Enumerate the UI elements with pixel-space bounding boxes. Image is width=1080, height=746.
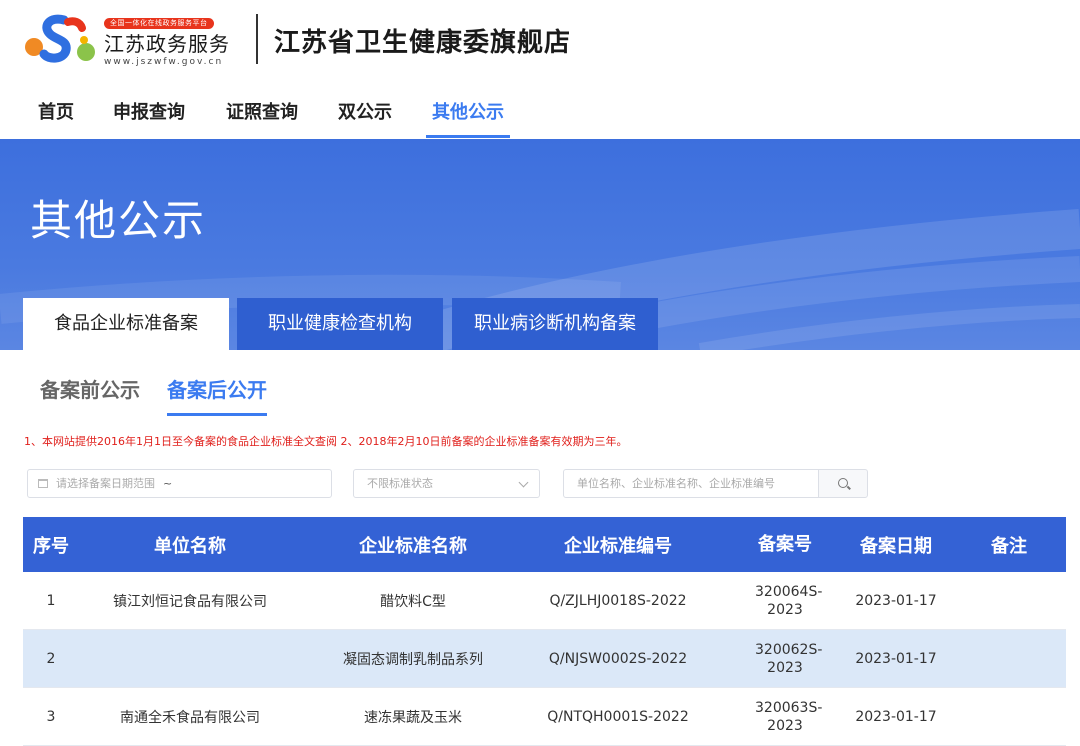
cell-remark: [969, 572, 1049, 629]
jiangsu-logo-icon[interactable]: [24, 14, 98, 66]
banner: 其他公示 食品企业标准备案 职业健康检查机构 职业病诊断机构备案: [0, 139, 1080, 350]
table-row[interactable]: 1 镇江刘恒记食品有限公司 醋饮料C型 Q/ZJLHJ0018S-2022 32…: [23, 572, 1066, 630]
cell-standard-name[interactable]: 醋饮料C型: [301, 572, 525, 629]
filing-no-text: 320062S-2023: [755, 641, 823, 676]
date-range-placeholder: 请选择备案日期范围: [56, 477, 155, 490]
col-header-company: 单位名称: [154, 535, 226, 557]
site-header: 全国一体化在线政务服务平台 江苏政务服务 www.jszwfw.gov.cn 江…: [0, 0, 1080, 80]
filing-table: 序号 单位名称 企业标准名称 企业标准编号 备案号 备案日期 备注 1 镇江刘恒…: [23, 517, 1066, 746]
cell-filing-no: 320064S-2023: [723, 572, 847, 629]
nav-application-query[interactable]: 申报查询: [113, 94, 185, 138]
date-range-picker[interactable]: 请选择备案日期范围 ~: [27, 469, 332, 498]
logo-text: 全国一体化在线政务服务平台 江苏政务服务 www.jszwfw.gov.cn: [104, 10, 230, 67]
nav-double-publicity[interactable]: 双公示: [338, 94, 392, 138]
cell-index: 2: [46, 650, 56, 667]
search-placeholder: 单位名称、企业标准名称、企业标准编号: [577, 477, 775, 490]
page-title: 其他公示: [30, 196, 207, 245]
table-row[interactable]: 2 凝固态调制乳制品系列 Q/NJSW0002S-2022 320062S-20…: [23, 630, 1066, 688]
col-header-remark: 备注: [991, 535, 1027, 557]
cell-standard-name[interactable]: 速冻果蔬及玉米: [301, 688, 525, 745]
subtab-post-filing[interactable]: 备案后公开: [167, 376, 267, 416]
store-title: 江苏省卫生健康委旗舰店: [274, 28, 572, 58]
cell-filing-no: 320063S-2023: [723, 688, 847, 745]
cell-filing-no: 320062S-2023: [723, 630, 847, 687]
cell-filing-date: 2023-01-17: [855, 592, 937, 609]
chevron-down-icon: [518, 477, 529, 488]
cell-remark: [969, 688, 1049, 745]
cell-standard-code: Q/NTQH0001S-2022: [547, 708, 689, 725]
date-range-separator: ~: [163, 477, 173, 490]
cell-standard-code: Q/NJSW0002S-2022: [548, 650, 688, 667]
nav-home[interactable]: 首页: [38, 94, 74, 138]
nav-other-publicity[interactable]: 其他公示: [426, 94, 510, 138]
tab-diagnosis-institution-filing[interactable]: 职业病诊断机构备案: [452, 298, 658, 350]
search-input[interactable]: 单位名称、企业标准名称、企业标准编号: [563, 469, 819, 498]
cell-company: 南通全禾食品有限公司: [120, 709, 260, 726]
cell-company: 镇江刘恒记食品有限公司: [113, 593, 267, 610]
calendar-icon: [38, 479, 48, 488]
nav-license-query[interactable]: 证照查询: [226, 94, 298, 138]
filing-no-text: 320064S-2023: [755, 583, 823, 618]
tab-food-standard-filing[interactable]: 食品企业标准备案: [23, 298, 229, 350]
col-header-filing-date: 备案日期: [860, 535, 932, 557]
subtab-pre-filing[interactable]: 备案前公示: [40, 376, 140, 416]
cell-standard-name[interactable]: 凝固态调制乳制品系列: [301, 630, 525, 687]
cell-index: 3: [46, 708, 56, 725]
col-header-standard-name: 企业标准名称: [359, 535, 467, 557]
col-header-standard-code: 企业标准编号: [564, 535, 672, 557]
logo-badge: 全国一体化在线政务服务平台: [104, 18, 214, 29]
logo-url: www.jszwfw.gov.cn: [104, 57, 224, 67]
col-header-filing-no: 备案号: [758, 533, 812, 555]
notice-text: 1、本网站提供2016年1月1日至今备案的食品企业标准全文查阅 2、2018年2…: [24, 435, 628, 448]
cell-filing-date: 2023-01-17: [855, 650, 937, 667]
cell-company: [79, 630, 301, 687]
search-icon: [838, 478, 848, 488]
tab-health-check-institution[interactable]: 职业健康检查机构: [237, 298, 443, 350]
table-row[interactable]: 3 南通全禾食品有限公司 速冻果蔬及玉米 Q/NTQH0001S-2022 32…: [23, 688, 1066, 746]
col-header-index: 序号: [33, 535, 69, 557]
cell-filing-date: 2023-01-17: [855, 708, 937, 725]
cell-remark: [969, 630, 1049, 687]
cell-index: 1: [46, 592, 56, 609]
filing-no-text: 320063S-2023: [755, 699, 823, 734]
status-select[interactable]: 不限标准状态: [353, 469, 540, 498]
header-divider: [256, 14, 258, 64]
main-nav: 首页 申报查询 证照查询 双公示 其他公示: [0, 94, 1080, 138]
search-button[interactable]: [818, 469, 868, 498]
table-header: 序号 单位名称 企业标准名称 企业标准编号 备案号 备案日期 备注: [23, 517, 1066, 572]
logo-name: 江苏政务服务: [104, 32, 230, 56]
status-select-value: 不限标准状态: [367, 477, 433, 490]
cell-standard-code: Q/ZJLHJ0018S-2022: [549, 592, 687, 609]
